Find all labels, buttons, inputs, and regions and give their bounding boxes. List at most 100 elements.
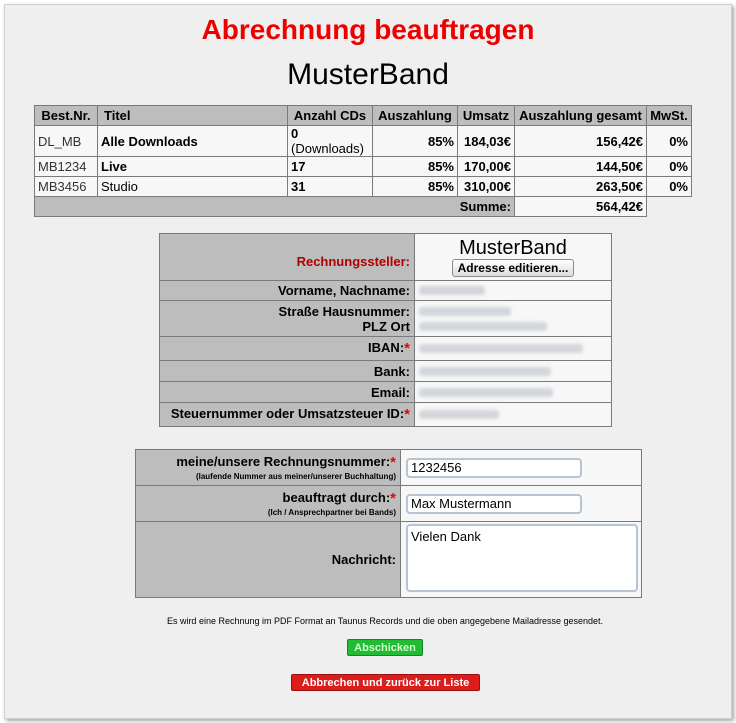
ordered-by-hint: (Ich / Ansprechpartner bei Bands) bbox=[267, 508, 396, 517]
col-header-auszahlung: Auszahlung bbox=[372, 105, 458, 126]
col-header-anzahl: Anzahl CDs bbox=[287, 105, 373, 126]
cell-titel: Live bbox=[97, 156, 288, 177]
iban-value bbox=[414, 336, 612, 361]
name-label: Vorname, Nachname: bbox=[159, 280, 415, 301]
redacted-iban bbox=[419, 344, 583, 353]
bank-label: Bank: bbox=[159, 360, 415, 382]
sum-blank-cell bbox=[646, 196, 692, 217]
submit-button[interactable]: Abschicken bbox=[347, 639, 423, 656]
cell-mwst: 0% bbox=[646, 125, 692, 157]
ordered-by-row: beauftragt durch:* (Ich / Ansprechpartne… bbox=[135, 485, 642, 522]
required-marker: * bbox=[390, 490, 396, 507]
invoice-number-cell bbox=[400, 449, 642, 486]
cell-anzahl-suffix: (Downloads) bbox=[291, 141, 364, 156]
invoice-number-label: meine/unsere Rechnungsnummer: bbox=[176, 454, 391, 469]
cell-umsatz: 184,03€ bbox=[457, 125, 515, 157]
cell-anzahl: 31 bbox=[287, 176, 373, 197]
page-title: Abrechnung beauftragen bbox=[201, 14, 535, 45]
address-value bbox=[414, 300, 612, 337]
cell-anzahl-value: 0 bbox=[291, 126, 299, 141]
name-value bbox=[414, 280, 612, 301]
redacted-name bbox=[419, 286, 485, 295]
cell-gesamt: 144,50€ bbox=[514, 156, 647, 177]
redacted-street bbox=[419, 306, 511, 316]
cell-auszahlung: 85% bbox=[372, 125, 458, 157]
biller-row-name: Vorname, Nachname: bbox=[159, 280, 612, 301]
orders-header-row: Best.Nr. Titel Anzahl CDs Auszahlung Ums… bbox=[34, 105, 692, 126]
cell-umsatz: 310,00€ bbox=[457, 176, 515, 197]
ordered-by-input[interactable] bbox=[406, 493, 582, 514]
sum-label: Summe: bbox=[34, 196, 515, 217]
cancel-button[interactable]: Abbrechen und zurück zur Liste bbox=[291, 674, 480, 691]
biller-name-cell: MusterBand Adresse editieren... bbox=[414, 233, 612, 281]
city-label: PLZ Ort bbox=[362, 318, 410, 334]
invoice-number-hint: (laufende Nummer aus meiner/unserer Buch… bbox=[195, 472, 396, 481]
redacted-email bbox=[419, 387, 553, 397]
ordered-by-cell bbox=[400, 485, 642, 522]
orders-table: Best.Nr. Titel Anzahl CDs Auszahlung Ums… bbox=[34, 105, 692, 217]
message-textarea[interactable]: Vielen Dank bbox=[406, 524, 638, 592]
street-label: Straße Hausnummer: bbox=[278, 303, 410, 319]
required-marker: * bbox=[390, 454, 396, 471]
redacted-bank bbox=[419, 366, 551, 376]
email-label: Email: bbox=[159, 381, 415, 403]
col-header-auszahlung-gesamt: Auszahlung gesamt bbox=[514, 105, 647, 126]
invoice-number-input[interactable] bbox=[406, 457, 582, 478]
redacted-tax-id bbox=[419, 410, 499, 419]
biller-name: MusterBand bbox=[459, 237, 567, 259]
cell-anzahl: 0 (Downloads) bbox=[287, 125, 373, 157]
biller-row-address: Straße Hausnummer: PLZ Ort bbox=[159, 300, 612, 337]
tax-value bbox=[414, 402, 612, 427]
cell-anzahl: 17 bbox=[287, 156, 373, 177]
invoice-number-row: meine/unsere Rechnungsnummer:* (laufende… bbox=[135, 449, 642, 486]
table-row: MB3456 Studio 31 85% 310,00€ 263,50€ 0% bbox=[34, 176, 692, 197]
required-marker: * bbox=[404, 340, 410, 357]
biller-label: Rechnungssteller: bbox=[296, 253, 410, 269]
message-row: Nachricht: Vielen Dank bbox=[135, 521, 642, 598]
info-note: Es wird eine Rechnung im PDF Format an T… bbox=[166, 616, 604, 626]
col-header-umsatz: Umsatz bbox=[457, 105, 515, 126]
redacted-city bbox=[419, 321, 547, 331]
col-header-bestnr: Best.Nr. bbox=[34, 105, 98, 126]
cell-mwst: 0% bbox=[646, 176, 692, 197]
biller-table: Rechnungssteller: MusterBand Adresse edi… bbox=[159, 233, 612, 427]
biller-row-bank: Bank: bbox=[159, 360, 612, 382]
ordered-by-label: beauftragt durch: bbox=[282, 490, 391, 505]
table-row: DL_MB Alle Downloads 0 (Downloads) 85% 1… bbox=[34, 125, 692, 157]
cell-gesamt: 156,42€ bbox=[514, 125, 647, 157]
cell-umsatz: 170,00€ bbox=[457, 156, 515, 177]
bank-value bbox=[414, 360, 612, 382]
address-label-cell: Straße Hausnummer: PLZ Ort bbox=[159, 300, 415, 337]
cell-titel: Studio bbox=[97, 176, 288, 197]
tax-label: Steuernummer oder Umsatzsteuer ID: bbox=[170, 406, 405, 421]
biller-row-email: Email: bbox=[159, 381, 612, 403]
sum-row: Summe: 564,42€ bbox=[34, 196, 692, 217]
cell-bestnr: MB1234 bbox=[34, 156, 98, 177]
edit-address-button[interactable]: Adresse editieren... bbox=[451, 259, 575, 277]
invoice-number-label-cell: meine/unsere Rechnungsnummer:* (laufende… bbox=[135, 449, 401, 486]
cell-mwst: 0% bbox=[646, 156, 692, 177]
col-header-mwst: MwSt. bbox=[646, 105, 692, 126]
cell-titel: Alle Downloads bbox=[97, 125, 288, 157]
email-value bbox=[414, 381, 612, 403]
table-row: MB1234 Live 17 85% 170,00€ 144,50€ 0% bbox=[34, 156, 692, 177]
cell-anzahl-value: 17 bbox=[291, 159, 306, 174]
cell-anzahl-value: 31 bbox=[291, 179, 306, 194]
cell-bestnr: MB3456 bbox=[34, 176, 98, 197]
message-cell: Vielen Dank bbox=[400, 521, 642, 598]
ordered-by-label-cell: beauftragt durch:* (Ich / Ansprechpartne… bbox=[135, 485, 401, 522]
cell-auszahlung: 85% bbox=[372, 156, 458, 177]
col-header-titel: Titel bbox=[97, 105, 288, 126]
biller-label-cell: Rechnungssteller: bbox=[159, 233, 415, 281]
biller-row-tax: Steuernummer oder Umsatzsteuer ID:* bbox=[159, 402, 612, 427]
invoice-form: meine/unsere Rechnungsnummer:* (laufende… bbox=[135, 449, 642, 598]
tax-label-cell: Steuernummer oder Umsatzsteuer ID:* bbox=[159, 402, 415, 427]
biller-header-row: Rechnungssteller: MusterBand Adresse edi… bbox=[159, 233, 612, 281]
sum-value: 564,42€ bbox=[514, 196, 647, 217]
message-label: Nachricht: bbox=[135, 521, 401, 598]
iban-label: IBAN: bbox=[368, 340, 405, 355]
cell-auszahlung: 85% bbox=[372, 176, 458, 197]
band-name-heading: MusterBand bbox=[287, 58, 449, 91]
cell-gesamt: 263,50€ bbox=[514, 176, 647, 197]
cell-bestnr: DL_MB bbox=[34, 125, 98, 157]
